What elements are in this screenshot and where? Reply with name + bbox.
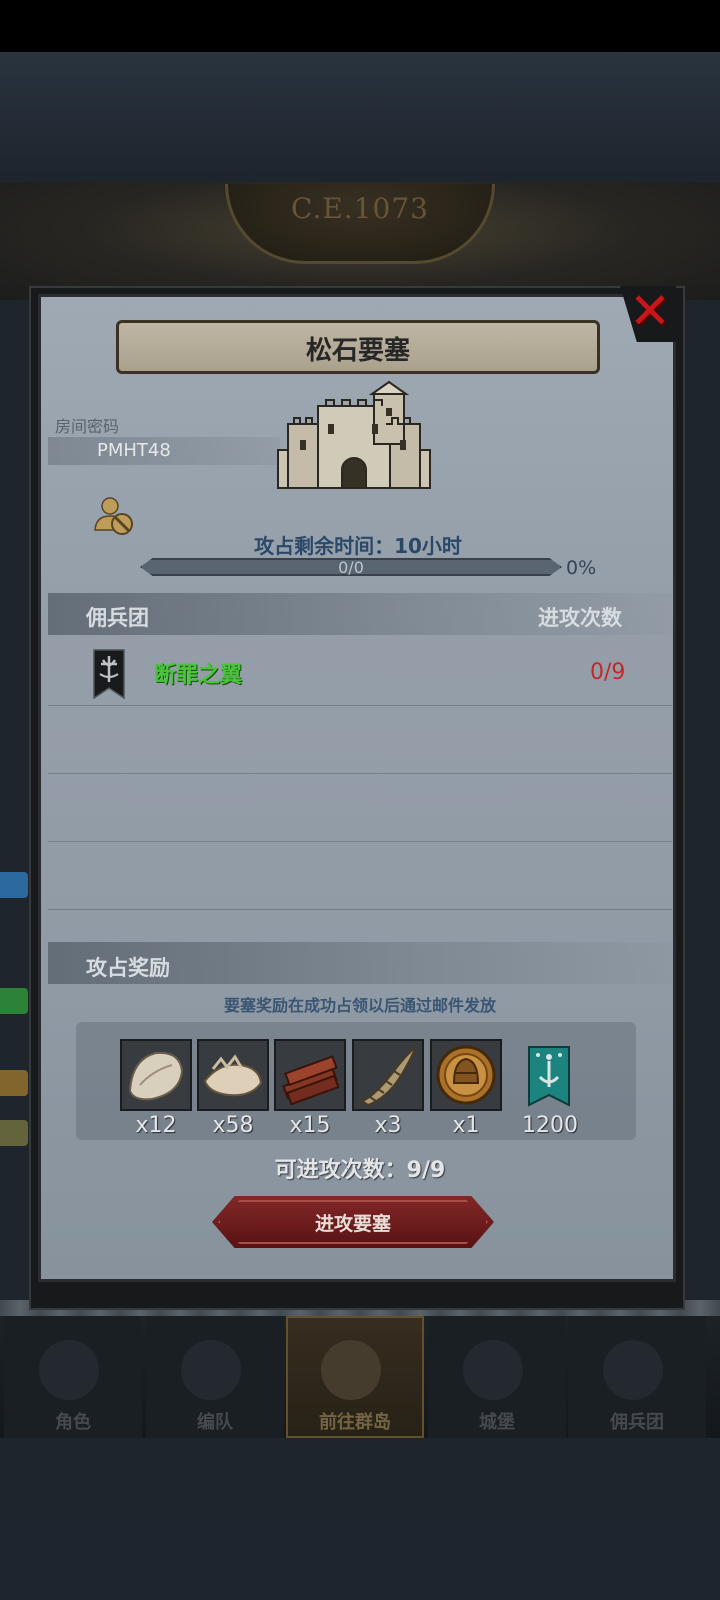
side-tab-blue [0, 872, 28, 898]
row-divider [48, 909, 672, 910]
background-right [680, 300, 720, 1300]
reward-count-horn: x3 [374, 1113, 402, 1138]
reward-header-label: 攻占奖励 [86, 956, 170, 980]
era-label: C.E.1073 [291, 192, 429, 225]
helmet-medal-icon [436, 1045, 496, 1105]
nav-label-castle: 城堡 [479, 1412, 515, 1433]
status-bar-area [0, 0, 720, 52]
side-tab-gold [0, 1070, 28, 1096]
capture-progress-text: 0/0 [338, 558, 364, 577]
guild-name[interactable]: 断罪之翼 [154, 657, 242, 689]
formation-icon [181, 1340, 241, 1400]
room-code-value: PMHT48 [97, 440, 171, 461]
guild-attack-count: 0/9 [590, 660, 626, 685]
reward-slot-fur[interactable] [197, 1039, 269, 1111]
castle-icon [463, 1340, 523, 1400]
guild-banner-icon[interactable] [526, 1043, 572, 1109]
reward-slot-horn[interactable] [352, 1039, 424, 1111]
background-bottom [0, 1438, 720, 1600]
reward-count-medal: x1 [452, 1113, 480, 1138]
reward-slot-pelt[interactable] [120, 1039, 192, 1111]
knight-icon [39, 1340, 99, 1400]
reward-slot-medal[interactable] [430, 1039, 502, 1111]
mercenary-flag-icon [603, 1340, 663, 1400]
person-blocked-icon[interactable] [92, 494, 136, 538]
modal-title: 松石要塞 [305, 336, 410, 366]
nav-label-formation: 编队 [197, 1412, 233, 1433]
close-x-icon[interactable]: ✕ [628, 286, 672, 336]
reward-slot-wood[interactable] [274, 1039, 346, 1111]
nav-label-mercenary: 佣兵团 [610, 1412, 664, 1433]
hide-pelt-icon [128, 1051, 184, 1101]
attacks-header-label: 进攻次数 [538, 606, 622, 630]
horn-icon [359, 1046, 417, 1107]
side-tab-olive [0, 1120, 28, 1146]
side-tab-green [0, 988, 28, 1014]
room-code-label: 房间密码 [55, 417, 120, 436]
reward-note: 要塞奖励在成功占领以后通过邮件发放 [223, 996, 496, 1015]
nav-label-role: 角色 [55, 1412, 91, 1433]
row-divider [48, 705, 672, 706]
guild-banner-icon [93, 649, 125, 700]
row-divider [48, 841, 672, 842]
fortress-castle-icon [277, 380, 431, 489]
fur-bundle-icon [203, 1054, 263, 1097]
guild-header-label: 佣兵团 [86, 606, 149, 630]
capture-progress-percent: 0% [566, 557, 597, 579]
wood-planks-icon [282, 1055, 340, 1106]
attack-button-label: 进攻要塞 [314, 1213, 391, 1235]
nav-label-islands: 前往群岛 [319, 1412, 391, 1433]
row-divider [48, 773, 672, 774]
reward-count-wood: x15 [289, 1113, 331, 1138]
attacks-remaining: 可进攻次数：9/9 [274, 1158, 446, 1183]
background-top [0, 52, 720, 182]
compass-map-icon [321, 1340, 381, 1400]
capture-timer: 攻占剩余时间：10小时 [254, 534, 462, 558]
reward-count-banner: 1200 [522, 1113, 578, 1138]
